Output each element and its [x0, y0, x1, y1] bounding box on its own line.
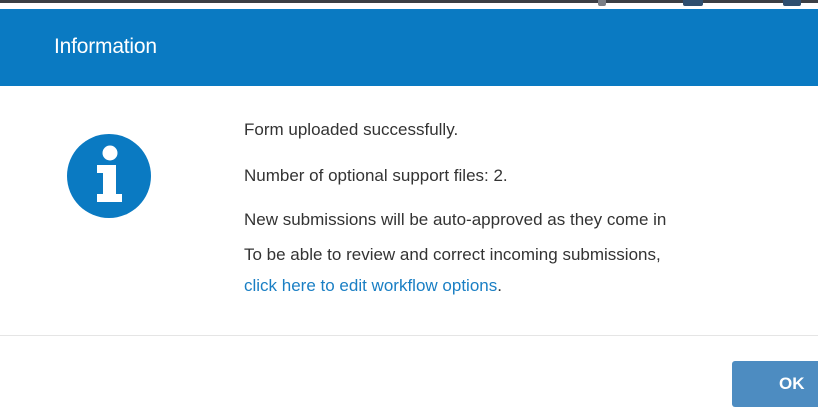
background-icon-fragment — [598, 0, 606, 6]
ok-button[interactable]: OK — [732, 361, 818, 407]
background-icon-fragment — [683, 0, 703, 6]
link-suffix: . — [497, 276, 502, 295]
background-icon-fragment — [783, 0, 801, 6]
dialog-title: Information — [54, 35, 157, 58]
dialog-header: Information — [0, 9, 818, 86]
background-window-strip — [0, 0, 818, 9]
support-files-message: Number of optional support files: 2. — [244, 166, 508, 185]
upload-success-message: Form uploaded successfully. — [244, 120, 459, 139]
auto-approve-message: New submissions will be auto-approved as… — [244, 210, 667, 229]
review-instructions-message: To be able to review and correct incomin… — [244, 245, 661, 264]
workflow-link-line: click here to edit workflow options. — [244, 276, 502, 296]
information-dialog: Information Form uploaded successfully. … — [0, 9, 818, 407]
footer-divider — [0, 335, 818, 336]
info-icon — [67, 134, 151, 218]
edit-workflow-options-link[interactable]: click here to edit workflow options — [244, 276, 497, 295]
